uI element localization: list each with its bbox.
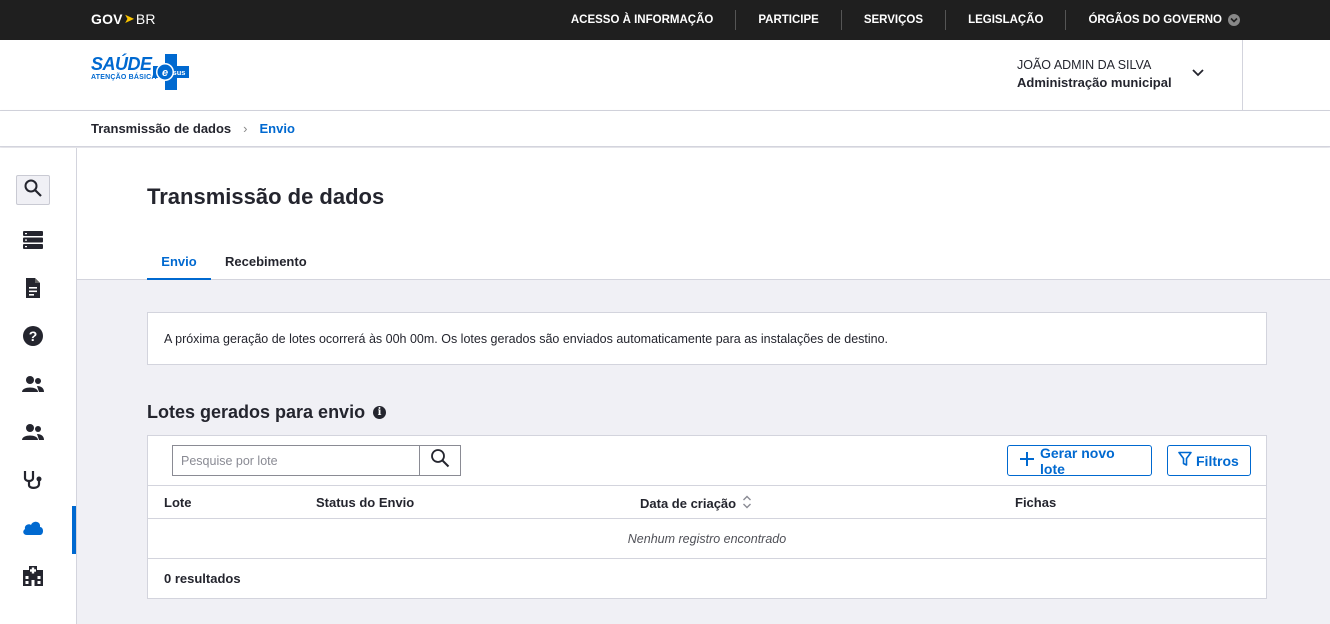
sidebar-item-documents[interactable]	[16, 275, 50, 305]
column-status: Status do Envio	[316, 495, 415, 510]
gov-br-logo[interactable]: GOV ➤ BR	[91, 11, 156, 27]
brand-title: SAÚDE	[91, 54, 152, 74]
breadcrumb-transmissao[interactable]: Transmissão de dados	[91, 121, 231, 136]
search-button[interactable]	[419, 446, 460, 475]
empty-message: Nenhum registro encontrado	[627, 531, 787, 546]
sidebar-item-people[interactable]	[16, 371, 50, 401]
sidebar-item-citizens[interactable]	[16, 419, 50, 449]
sidebar-active-indicator	[72, 506, 76, 554]
tab-recebimento[interactable]: Recebimento	[225, 254, 307, 280]
sort-icon	[742, 495, 752, 512]
column-lote: Lote	[164, 495, 192, 510]
list-icon	[22, 230, 44, 255]
sidebar-item-help[interactable]: ?	[16, 323, 50, 353]
hospital-icon	[22, 565, 44, 592]
document-icon	[24, 277, 42, 304]
breadcrumb: Transmissão de dados › Envio	[0, 111, 1330, 147]
gov-logo-text: GOV	[91, 11, 123, 27]
gerar-novo-lote-button[interactable]: Gerar novo lote	[1007, 444, 1152, 477]
empty-row: Nenhum registro encontrado	[148, 519, 1266, 559]
gov-nav-legislacao[interactable]: LEGISLAÇÃO	[945, 10, 1065, 30]
filtros-label: Filtros	[1196, 452, 1239, 469]
gov-nav-label: PARTICIPE	[758, 14, 819, 26]
gov-nav-acesso[interactable]: ACESSO À INFORMAÇÃO	[549, 10, 735, 30]
people-icon	[22, 375, 44, 398]
esus-cross-icon: e sus	[151, 54, 191, 90]
breadcrumb-envio: Envio	[259, 121, 295, 136]
svg-text:e: e	[162, 67, 168, 79]
gov-arrow-icon: ➤	[123, 11, 135, 26]
page-header: Transmissão de dados Envio Recebimento	[77, 148, 1330, 280]
sidebar-search[interactable]	[16, 175, 50, 205]
table-header: Lote Status do Envio Data de criação Fic…	[148, 485, 1266, 519]
help-icon: ?	[22, 325, 44, 352]
gov-bar: GOV ➤ BR ACESSO À INFORMAÇÃO PARTICIPE S…	[0, 0, 1330, 40]
sidebar: ?	[0, 148, 77, 624]
search-icon	[23, 178, 43, 203]
tab-envio[interactable]: Envio	[147, 254, 211, 280]
search-field	[172, 445, 461, 476]
sidebar-item-list[interactable]	[16, 227, 50, 257]
app-header: SAÚDE ATENÇÃO BÁSICA e sus JOÃO ADMIN DA…	[0, 40, 1330, 111]
section-title: Lotes gerados para envio i	[147, 402, 387, 423]
gov-nav-label: ÓRGÃOS DO GOVERNO	[1088, 14, 1222, 26]
column-fichas: Fichas	[1015, 495, 1057, 510]
gov-nav-label: ACESSO À INFORMAÇÃO	[570, 14, 714, 26]
page-title: Transmissão de dados	[147, 184, 385, 209]
user-role: Administração municipal	[1017, 75, 1172, 90]
info-alert: A próxima geração de lotes ocorrerá às 0…	[147, 312, 1267, 365]
lotes-table: Gerar novo lote Filtros Lote Status do E…	[147, 435, 1267, 599]
plus-icon	[1018, 450, 1036, 471]
brand-subtitle: ATENÇÃO BÁSICA	[91, 74, 157, 81]
gov-nav: ACESSO À INFORMAÇÃO PARTICIPE SERVIÇOS L…	[549, 0, 1240, 40]
gov-nav-participe[interactable]: PARTICIPE	[735, 10, 841, 30]
svg-text:?: ?	[29, 328, 38, 344]
gov-nav-label: SERVIÇOS	[863, 14, 924, 26]
chevron-down-icon	[1228, 14, 1240, 26]
svg-text:sus: sus	[172, 68, 185, 77]
filter-icon	[1178, 451, 1192, 470]
sidebar-item-care[interactable]	[16, 467, 50, 497]
filtros-button[interactable]: Filtros	[1167, 445, 1251, 476]
info-icon[interactable]: i	[373, 406, 387, 419]
search-input[interactable]	[173, 446, 419, 475]
chevron-down-icon[interactable]	[1190, 64, 1206, 80]
people-icon	[22, 423, 44, 446]
br-logo-text: BR	[135, 11, 156, 27]
sidebar-item-transmission[interactable]	[16, 515, 50, 545]
esus-logo[interactable]: SAÚDE ATENÇÃO BÁSICA e sus	[91, 54, 191, 90]
stethoscope-icon	[22, 469, 44, 496]
sidebar-item-establishments[interactable]	[16, 563, 50, 593]
column-data-criacao-label: Data de criação	[640, 496, 737, 511]
cloud-icon	[22, 520, 44, 541]
user-name: JOÃO ADMIN DA SILVA	[1017, 58, 1152, 72]
search-icon	[430, 448, 450, 473]
breadcrumb-separator-icon: ›	[243, 121, 248, 136]
gerar-novo-lote-label: Gerar novo lote	[1040, 444, 1115, 477]
gov-nav-orgaos[interactable]: ÓRGÃOS DO GOVERNO	[1065, 10, 1240, 30]
header-divider	[1242, 40, 1243, 110]
gov-nav-servicos[interactable]: SERVIÇOS	[840, 10, 945, 30]
user-menu[interactable]: JOÃO ADMIN DA SILVA Administração munici…	[1017, 57, 1172, 93]
info-alert-text: A próxima geração de lotes ocorrerá às 0…	[164, 331, 889, 346]
gov-nav-label: LEGISLAÇÃO	[968, 14, 1044, 26]
results-count: 0 resultados	[164, 571, 241, 586]
column-data-criacao[interactable]: Data de criação	[640, 495, 752, 512]
section-title-text: Lotes gerados para envio	[147, 402, 366, 422]
